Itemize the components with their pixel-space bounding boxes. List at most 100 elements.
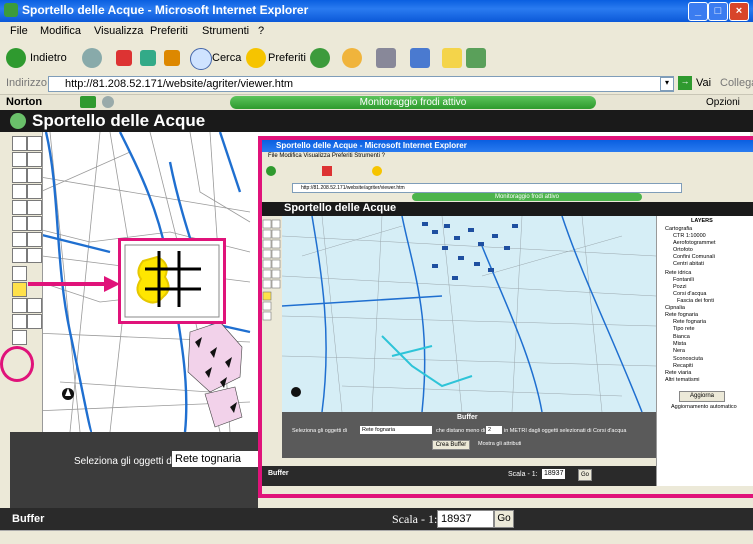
menu-visualizza[interactable]: Visualizza [94,25,143,37]
inset-layer: Centri abitati [673,261,704,267]
tool-layers-icon[interactable] [12,136,27,151]
inset-layer: Rete idrica [665,270,692,276]
menu-preferiti[interactable]: Preferiti [150,25,188,37]
back-label[interactable]: Indietro [30,52,67,64]
inset-scale-label: Scala - 1: [508,471,538,478]
scale-label: Scala - 1: [392,512,438,526]
inset-layer: Fascia dei fonti [677,298,714,304]
print-icon[interactable] [376,48,396,68]
inset-buffer-distance: 2 [486,426,502,434]
tool-zoom-in-icon[interactable] [27,136,42,151]
home-icon[interactable] [164,50,180,66]
tool-measure-icon[interactable] [12,248,27,263]
tool-back-icon[interactable] [27,168,42,183]
tool-legend-icon[interactable] [27,314,42,329]
tool-select-icon[interactable] [12,266,27,281]
tool-clear-icon[interactable] [12,298,27,313]
inset-layer: Cipnalia [665,305,685,311]
refresh-icon[interactable] [140,50,156,66]
inset-buffer-title: Buffer [457,414,478,421]
inset-buffer-text-a: Seleziona gli oggetti di [292,428,348,434]
close-button[interactable]: × [729,2,749,21]
inset-layer: Tipo rete [673,326,695,332]
inset-buffer-layer-select: Rete fognaria [360,426,432,434]
edit-icon[interactable] [410,48,430,68]
inset-layer: Confini Comunali [673,254,715,260]
messenger-icon[interactable] [466,48,486,68]
tool-info-icon[interactable] [27,232,42,247]
menu-help[interactable]: ? [258,25,264,37]
tool-pan-left-icon[interactable] [12,216,27,231]
go-label[interactable]: Vai [696,77,711,89]
inset-stop-icon [322,166,332,176]
menu-strumenti[interactable]: Strumenti [202,25,249,37]
minimize-button[interactable]: _ [688,2,708,21]
inset-layer: Pozzi [673,284,687,290]
scale-input[interactable]: 18937 [437,510,494,528]
tool-pan-down-icon[interactable] [27,200,42,215]
inset-footer: Buffer Scala - 1: 18937 Go [262,466,656,486]
search-label[interactable]: Cerca [212,52,241,64]
inset-create-buffer-button: Crea Buffer [432,440,470,450]
inset-toolbar [262,162,753,182]
scale-go-button[interactable]: Go [494,510,514,528]
inset-menu: File Modifica Visualizza Preferiti Strum… [262,152,753,162]
address-input[interactable]: http://81.208.52.171/website/agriter/vie… [48,76,674,92]
mail-icon[interactable] [342,48,362,68]
selection-layer-select[interactable]: Rete tognaria [172,451,265,467]
inset-back-icon [266,166,276,176]
tool-fullextent-icon[interactable] [12,168,27,183]
status-bar [0,530,753,544]
history-icon[interactable] [310,48,330,68]
tool-print-icon[interactable] [12,314,27,329]
norton-brand[interactable]: Norton [6,96,42,108]
go-arrow-icon[interactable]: → [678,76,692,90]
selection-panel: Seleziona gli oggetti di Rete tognaria [42,432,265,508]
inset-star-icon [372,166,382,176]
inset-norton-bar: Monitoraggio frodi attivo [262,192,753,202]
forward-icon[interactable] [82,48,102,68]
tool-hyperlink-icon[interactable] [12,232,27,247]
norton-toolbar: Norton Monitoraggio frodi attivo Opzioni [0,94,753,111]
tool-pan-right-icon[interactable] [27,216,42,231]
inset-buffer-panel: Buffer Seleziona gli oggetti di Rete fog… [282,412,656,458]
tool-pan-icon[interactable] [27,184,42,199]
tool-query-icon[interactable] [27,298,42,313]
folder-icon[interactable] [442,48,462,68]
tool-zoom-box-icon[interactable] [27,152,42,167]
inset-layer: Sconosciuta [673,356,703,362]
browser-toolbar: Indietro Cerca Preferiti [0,40,753,75]
maximize-button[interactable]: □ [708,2,728,21]
inset-refresh-button: Aggiorna [679,391,725,402]
menu-modifica[interactable]: Modifica [40,25,81,37]
norton-options[interactable]: Opzioni [706,97,740,108]
tool-highlight-circle [0,346,34,382]
bottom-toolstrip [10,432,42,508]
inset-address-bar: http://81.208.52.171/website/agriter/vie… [262,182,753,193]
tool-identify-icon[interactable] [12,184,27,199]
back-icon[interactable] [6,48,26,68]
favorites-star-icon[interactable] [246,48,266,68]
tool-pan-up-icon[interactable] [12,200,27,215]
address-dropdown-icon[interactable]: ▾ [660,77,674,91]
fraud-monitor-status[interactable]: Monitoraggio frodi attivo [230,96,596,109]
norton-globe-icon[interactable] [102,96,114,108]
norton-monitor-icon[interactable] [80,96,96,108]
inset-norton-status: Monitoraggio frodi attivo [412,193,642,201]
tool-zoom-out-icon[interactable] [12,152,27,167]
footer-buffer-label: Buffer [12,513,45,525]
links-label[interactable]: Collegamenti [720,77,753,89]
inset-show-attributes: Mostra gli attributi [478,441,522,447]
tool-options-icon[interactable] [12,330,27,345]
address-bar: Indirizzo http://81.208.52.171/website/a… [0,74,753,94]
search-icon[interactable] [190,48,212,70]
grid-hash-icon [124,244,220,318]
grid-hash-icon[interactable] [12,282,27,297]
app-logo-icon [10,113,26,129]
embedded-screenshot: Sportello delle Acque - Microsoft Intern… [258,136,753,498]
menu-file[interactable]: File [10,25,28,37]
tool-find-icon[interactable] [27,248,42,263]
inset-layer: Recapiti [673,363,693,369]
stop-icon[interactable] [116,50,132,66]
favorites-label[interactable]: Preferiti [268,52,306,64]
